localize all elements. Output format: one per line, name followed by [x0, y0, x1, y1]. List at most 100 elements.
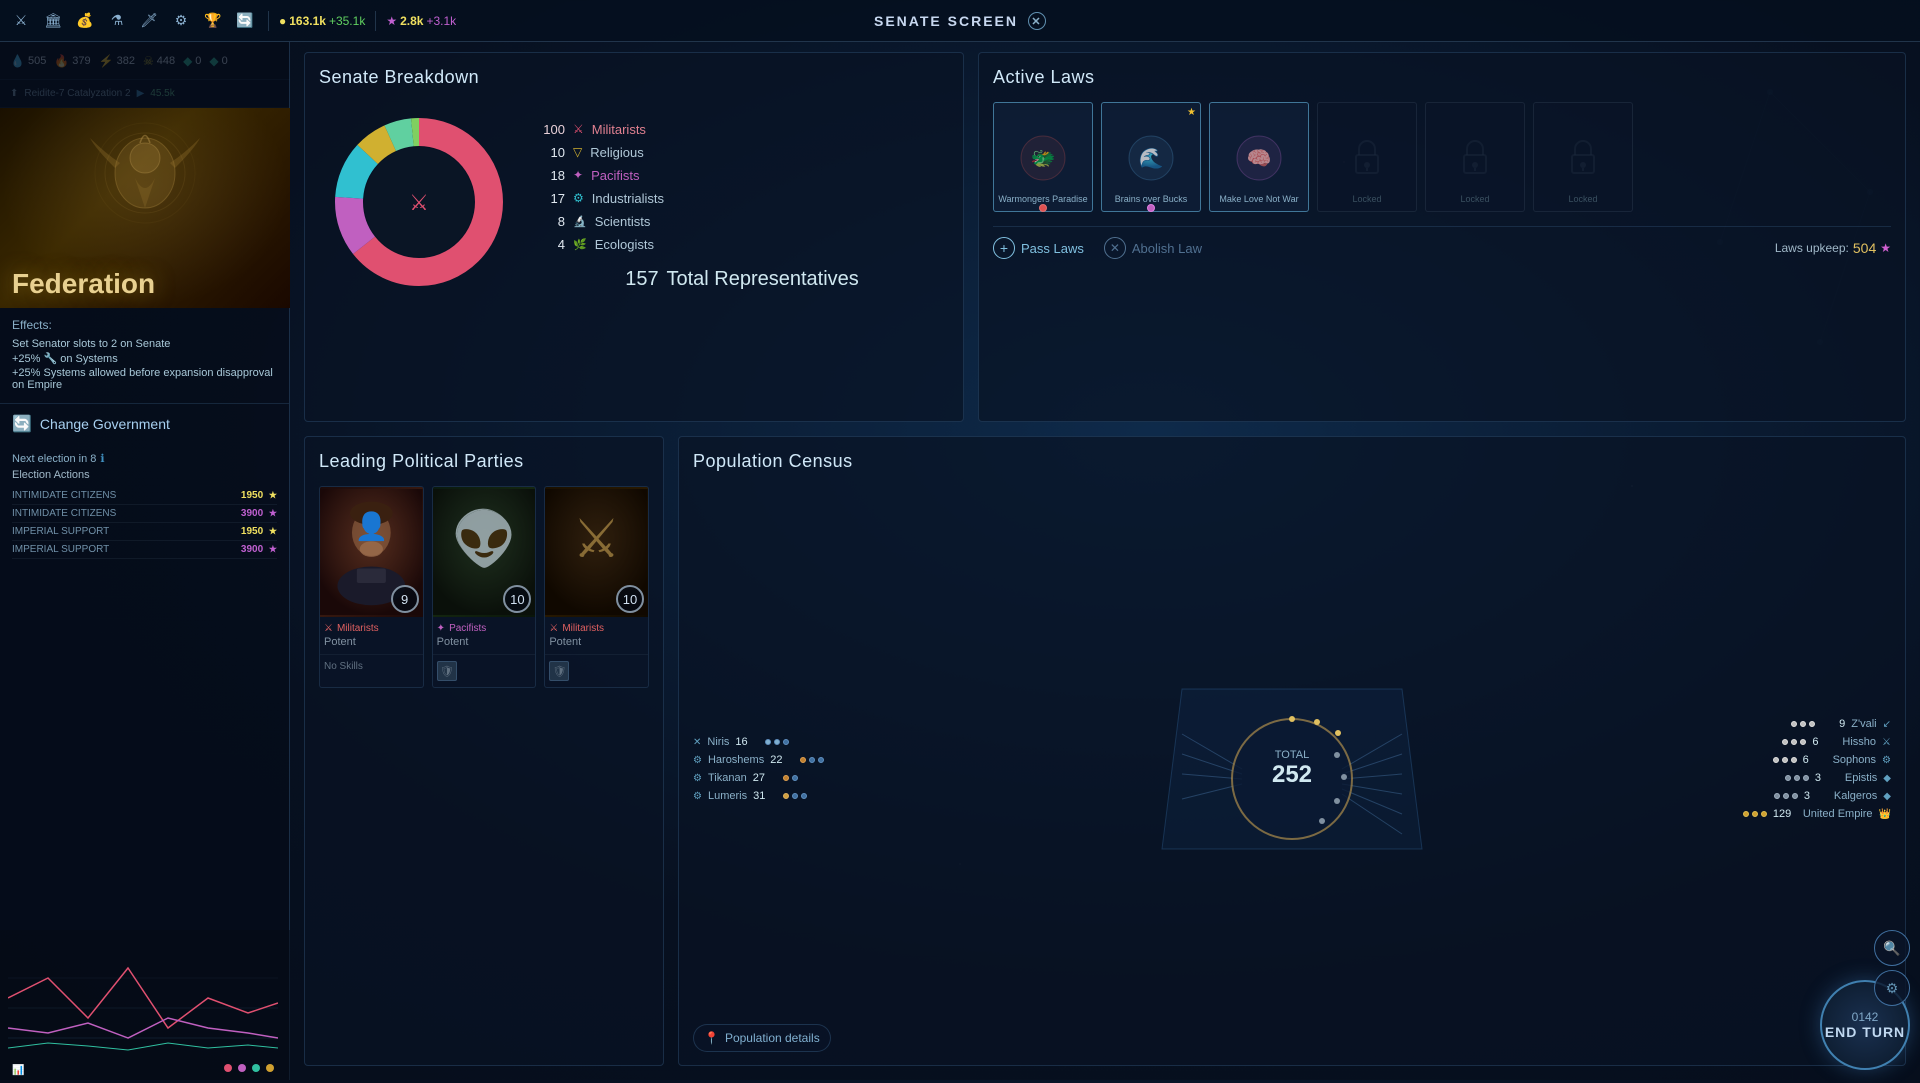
- effects-section: Effects: Set Senator slots to 2 on Senat…: [0, 308, 289, 404]
- population-census-panel: Population Census ✕ Niris 16 ⚙ Haroshems: [678, 436, 1906, 1066]
- abolish-law-button[interactable]: ✕ Abolish Law: [1104, 237, 1202, 259]
- party-info-2: ✦ Pacifists Potent: [433, 617, 536, 654]
- total-representatives: 157 Total Representatives: [539, 268, 949, 291]
- party-card-2: 👽 10 ✦ Pacifists Potent 🛡: [432, 486, 537, 688]
- party-strength-1: Potent: [324, 636, 419, 648]
- law-make-love-not-war[interactable]: 🧠 Make Love Not War: [1209, 102, 1309, 212]
- party-portrait-2: 👽 10: [433, 487, 536, 617]
- political-parties-title: Leading Political Parties: [319, 451, 649, 472]
- species-sophons: ⚙ Sophons 6: [1731, 754, 1891, 766]
- election-action-3[interactable]: IMPERIAL SUPPORT 1950 ★: [12, 523, 277, 541]
- senate-screen-title: SENATE SCREEN ✕: [874, 0, 1046, 42]
- party-affiliation-3: ⚔ Militarists: [549, 623, 644, 634]
- law-locked-3[interactable]: Locked: [1533, 102, 1633, 212]
- species-epistis: ◆ Epistis 3: [1731, 772, 1891, 784]
- law-brains-over-bucks[interactable]: ★ 🌊 Brains over Bucks: [1101, 102, 1201, 212]
- census-left-species: ✕ Niris 16 ⚙ Haroshems 22: [693, 486, 853, 1052]
- pass-laws-button[interactable]: + Pass Laws: [993, 237, 1084, 259]
- faction-banner: Federation: [0, 108, 290, 308]
- law-lock-icon-3: [1553, 125, 1613, 190]
- laws-actions: + Pass Laws ✕ Abolish Law Laws upkeep: 5…: [993, 226, 1891, 259]
- close-button[interactable]: ✕: [1028, 12, 1046, 30]
- svg-text:👤: 👤: [354, 511, 388, 542]
- svg-text:⚔: ⚔: [409, 190, 429, 215]
- icon-gear-top[interactable]: ⚙: [168, 8, 194, 34]
- species-haroshems: ⚙ Haroshems 22: [693, 754, 853, 766]
- effect-1: Set Senator slots to 2 on Senate: [12, 338, 277, 350]
- election-action-1[interactable]: INTIMIDATE CITIZENS 1950 ★: [12, 487, 277, 505]
- svg-text:⚔: ⚔: [573, 510, 621, 569]
- party-scientists: 8 🔬 Scientists: [539, 214, 949, 229]
- svg-text:🧠: 🧠: [1247, 148, 1272, 170]
- senate-donut-chart: ⚔: [319, 102, 519, 302]
- nav-icon-1[interactable]: 🔍: [1874, 930, 1910, 966]
- population-details-button[interactable]: 📍 Population details: [693, 1024, 831, 1052]
- faction-name: Federation: [12, 268, 155, 300]
- icon-blade[interactable]: 🗡: [136, 8, 162, 34]
- party-pacifists: 18 ✦ Pacifists: [539, 168, 949, 183]
- party-info-3: ⚔ Militarists Potent: [545, 617, 648, 654]
- effects-label: Effects:: [12, 318, 277, 332]
- law-icon-warmongers: 🐲: [1013, 125, 1073, 190]
- x-icon: ✕: [1104, 237, 1126, 259]
- icon-flask[interactable]: ⚗: [104, 8, 130, 34]
- party-ecologists: 4 🌿 Ecologists: [539, 237, 949, 252]
- active-laws-title: Active Laws: [993, 67, 1891, 88]
- party-militarists: 100 ⚔ Militarists: [539, 122, 949, 137]
- party-portrait-1: 👤 9: [320, 487, 423, 617]
- party-info-1: ⚔ Militarists Potent: [320, 617, 423, 654]
- law-icon-brains: 🌊: [1121, 125, 1181, 190]
- party-skills-3: 🛡: [545, 654, 648, 687]
- icon-trophy[interactable]: 🏆: [200, 8, 226, 34]
- party-affiliation-2: ✦ Pacifists: [437, 623, 532, 634]
- parties-grid: 👤 9 ⚔ Militarists Potent No Skills: [319, 486, 649, 688]
- law-locked-1[interactable]: Locked: [1317, 102, 1417, 212]
- plus-icon: +: [993, 237, 1015, 259]
- law-locked-2[interactable]: Locked: [1425, 102, 1525, 212]
- senate-breakdown-panel: Senate Breakdown: [304, 52, 964, 422]
- end-turn-area: 0142 END TURN 🔍 ⚙: [1820, 980, 1910, 1070]
- species-hissho: ⚔ Hissho 6: [1731, 736, 1891, 748]
- law-lock-icon-1: [1337, 125, 1397, 190]
- census-inner: ✕ Niris 16 ⚙ Haroshems 22: [693, 486, 1891, 1052]
- law-warmongers-paradise[interactable]: 🐲 Warmongers Paradise: [993, 102, 1093, 212]
- senate-breakdown-title: Senate Breakdown: [319, 67, 949, 88]
- icon-refresh[interactable]: 🔄: [232, 8, 258, 34]
- party-strength-3: Potent: [549, 636, 644, 648]
- svg-text:📊: 📊: [12, 1063, 24, 1076]
- census-center-chart: TOTAL 252: [853, 486, 1731, 1052]
- icon-building[interactable]: 🏛: [40, 8, 66, 34]
- change-government-button[interactable]: 🔄 Change Government: [12, 414, 277, 434]
- icon-coins[interactable]: 💰: [72, 8, 98, 34]
- svg-text:🐲: 🐲: [1031, 148, 1056, 170]
- species-united-empire: 👑 United Empire 129: [1731, 808, 1891, 820]
- effect-2: +25% 🔧 on Systems: [12, 352, 277, 365]
- census-total: TOTAL 252: [1272, 749, 1312, 789]
- election-action-4[interactable]: IMPERIAL SUPPORT 3900 ★: [12, 541, 277, 559]
- svg-text:🌊: 🌊: [1139, 146, 1164, 170]
- main-content: Senate Breakdown: [290, 42, 1920, 1080]
- law-lock-icon-2: [1445, 125, 1505, 190]
- skill-icon-2: 🛡: [549, 661, 569, 681]
- portrait-number-1: 9: [391, 585, 419, 613]
- mini-chart: 📊: [0, 930, 290, 1080]
- population-census-title: Population Census: [693, 451, 1891, 472]
- icon-sword[interactable]: ⚔: [8, 8, 34, 34]
- laws-grid: 🐲 Warmongers Paradise ★ 🌊 Brains over Bu…: [993, 102, 1891, 212]
- change-gov-icon: 🔄: [12, 414, 32, 434]
- species-zvali: ↙ Z'vali 9: [1731, 718, 1891, 730]
- species-niris: ✕ Niris 16: [693, 736, 853, 748]
- election-actions-label: Election Actions: [12, 469, 277, 481]
- leading-political-parties-panel: Leading Political Parties: [304, 436, 664, 1066]
- party-card-3: ⚔ 10 ⚔ Militarists Potent 🛡: [544, 486, 649, 688]
- census-right-species: ↙ Z'vali 9 ⚔ Hissho 6: [1731, 486, 1891, 1052]
- census-donut-chart: TOTAL 252: [1152, 659, 1432, 879]
- election-action-2[interactable]: INTIMIDATE CITIZENS 3900 ★: [12, 505, 277, 523]
- law-star-icon: ★: [1187, 107, 1196, 118]
- election-section: Next election in 8 ℹ Election Actions IN…: [0, 444, 289, 567]
- skill-icon-1: 🛡: [437, 661, 457, 681]
- nav-icon-2[interactable]: ⚙: [1874, 970, 1910, 1006]
- active-laws-panel: Active Laws 🐲 Warmongers Paradise ★: [978, 52, 1906, 422]
- party-affiliation-1: ⚔ Militarists: [324, 623, 419, 634]
- effect-3: +25% Systems allowed before expansion di…: [12, 367, 277, 391]
